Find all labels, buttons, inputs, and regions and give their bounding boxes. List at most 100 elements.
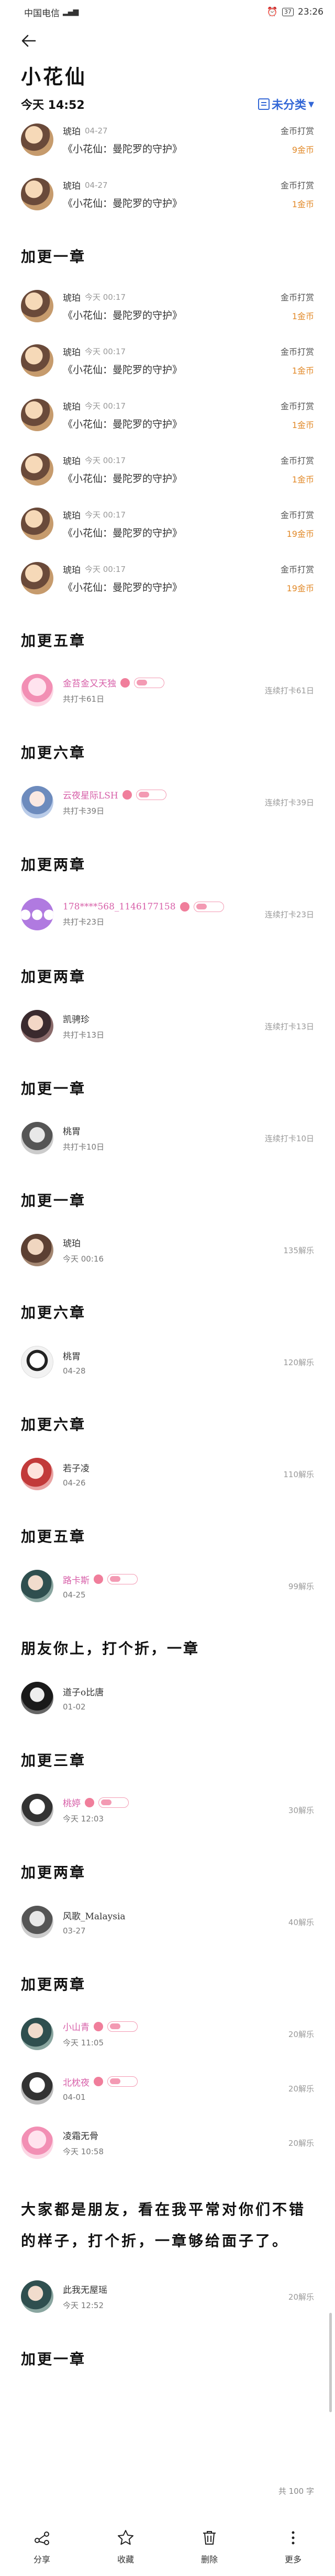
avatar[interactable]: [21, 562, 53, 594]
user-note: 135解乐: [283, 1245, 314, 1255]
user-name[interactable]: 琥珀: [63, 563, 81, 576]
avatar[interactable]: [21, 344, 53, 377]
avatar[interactable]: [21, 290, 53, 322]
nav-trash-button[interactable]: 删除: [181, 2528, 238, 2565]
category-selector[interactable]: 未分类 ▾: [258, 96, 314, 113]
nav-star-button[interactable]: 收藏: [97, 2528, 154, 2565]
user-name[interactable]: 北枕夜: [63, 2075, 90, 2088]
avatar[interactable]: [21, 1906, 53, 1938]
reward-row[interactable]: 琥珀 今天 00:17 《小花仙：曼陀罗的守护》 金币打赏 1金币: [21, 388, 314, 442]
avatar[interactable]: [21, 178, 53, 210]
user-note: 120解乐: [283, 1357, 314, 1367]
nav-share-button[interactable]: 分享: [13, 2528, 71, 2565]
reward-row[interactable]: 琥珀 今天 00:17 《小花仙：曼陀罗的守护》 金币打赏 19金币: [21, 551, 314, 605]
user-sub: 共打卡10日: [63, 1142, 105, 1152]
nav-more-button[interactable]: 更多: [264, 2528, 322, 2565]
avatar[interactable]: [21, 2280, 53, 2313]
back-arrow-icon[interactable]: [19, 31, 39, 51]
user-name[interactable]: 琥珀: [63, 345, 81, 358]
user-row[interactable]: 凌霜无骨 今天 10:58 20解乐: [21, 2116, 314, 2170]
avatar[interactable]: [21, 1682, 53, 1714]
status-bar: 中国电信 ▂▄▆ ⏰ 37 23:26: [0, 0, 335, 24]
chat-bubble-icon: ●●●: [21, 906, 53, 922]
avatar[interactable]: [21, 2072, 53, 2105]
avatar[interactable]: [21, 1794, 53, 1826]
user-name[interactable]: 琥珀: [63, 178, 81, 192]
reward-type: 金币打赏: [280, 181, 314, 190]
user-row[interactable]: 桃婷 今天 12:03 30解乐: [21, 1783, 314, 1837]
user-row[interactable]: 凯骋珍 共打卡13日 连续打卡13日: [21, 999, 314, 1053]
user-name[interactable]: 桃婷: [63, 1796, 81, 1809]
user-row[interactable]: 金苔金又天独 共打卡61日 连续打卡61日: [21, 663, 314, 717]
avatar[interactable]: [21, 453, 53, 486]
vip-badge-icon: [136, 789, 166, 800]
reward-row[interactable]: 琥珀 今天 00:17 《小花仙：曼陀罗的守护》 金币打赏 1金币: [21, 279, 314, 333]
user-name[interactable]: 琥珀: [63, 454, 81, 467]
reward-date: 今天 00:17: [85, 293, 126, 302]
section-title: 加更一章: [21, 248, 86, 265]
avatar[interactable]: [21, 1122, 53, 1154]
user-name[interactable]: 琥珀: [63, 508, 81, 521]
avatar[interactable]: [21, 123, 53, 156]
user-name[interactable]: 若子凌: [63, 1461, 90, 1474]
avatar[interactable]: [21, 1346, 53, 1378]
avatar[interactable]: [21, 508, 53, 540]
reward-row[interactable]: 琥珀 04-27 《小花仙：曼陀罗的守护》 金币打赏 9金币: [21, 113, 314, 167]
user-row[interactable]: ●●● 178****568_1146177158 共打卡23日 连续打卡23日: [21, 887, 314, 941]
avatar[interactable]: [21, 2018, 53, 2050]
user-name[interactable]: 凯骋珍: [63, 1012, 90, 1025]
user-row[interactable]: 北枕夜 04-01 20解乐: [21, 2061, 314, 2116]
avatar[interactable]: ●●●: [21, 898, 53, 930]
reward-row[interactable]: 琥珀 今天 00:17 《小花仙：曼陀罗的守护》 金币打赏 1金币: [21, 442, 314, 497]
user-name[interactable]: 金苔金又天独: [63, 676, 116, 689]
user-name[interactable]: 琥珀: [63, 124, 81, 137]
user-name[interactable]: 小山青: [63, 2020, 90, 2033]
user-name[interactable]: 琥珀: [63, 290, 81, 303]
user-name[interactable]: 178****568_1146177158: [63, 902, 176, 912]
user-name[interactable]: 路卡斯: [63, 1573, 90, 1586]
reward-row[interactable]: 琥珀 今天 00:17 《小花仙：曼陀罗的守护》 金币打赏 1金币: [21, 333, 314, 388]
vip-badge-icon: [107, 2076, 138, 2087]
user-row[interactable]: 路卡斯 04-25 99解乐: [21, 1559, 314, 1613]
avatar[interactable]: [21, 399, 53, 431]
user-name[interactable]: 琥珀: [63, 399, 81, 412]
vip-badge-icon: [107, 2021, 138, 2032]
top-bar: [0, 24, 335, 58]
avatar[interactable]: [21, 1570, 53, 1602]
user-sub: 01-02: [63, 1702, 86, 1712]
scrollbar[interactable]: [329, 2313, 332, 2412]
user-name[interactable]: 桃胃: [63, 1124, 81, 1137]
avatar[interactable]: [21, 2127, 53, 2159]
user-row[interactable]: 风歌_Malaysia 03-27 40解乐: [21, 1895, 314, 1949]
avatar[interactable]: [21, 1010, 53, 1042]
reward-row[interactable]: 琥珀 04-27 《小花仙：曼陀罗的守护》 金币打赏 1金币: [21, 167, 314, 221]
user-name[interactable]: 桃胃: [63, 1349, 81, 1362]
user-sub: 04-26: [63, 1478, 86, 1488]
user-row[interactable]: 小山青 今天 11:05 20解乐: [21, 2007, 314, 2061]
user-name[interactable]: 云夜星际LSH: [63, 788, 118, 801]
book-title: 《小花仙：曼陀罗的守护》: [63, 419, 183, 430]
user-row[interactable]: 云夜星际LSH 共打卡39日 连续打卡39日: [21, 775, 314, 829]
user-name[interactable]: 风歌_Malaysia: [63, 1909, 126, 1922]
user-row[interactable]: 此我无屋瑶 今天 12:52 20解乐: [21, 2269, 314, 2324]
user-row[interactable]: 琥珀 今天 00:16 135解乐: [21, 1223, 314, 1277]
signal-icon: ▂▄▆: [63, 8, 79, 16]
avatar[interactable]: [21, 1458, 53, 1490]
avatar[interactable]: [21, 674, 53, 706]
reward-row[interactable]: 琥珀 今天 00:17 《小花仙：曼陀罗的守护》 金币打赏 19金币: [21, 497, 314, 551]
user-note: 110解乐: [283, 1469, 314, 1479]
avatar[interactable]: [21, 786, 53, 818]
user-name[interactable]: 琥珀: [63, 1236, 81, 1249]
user-name[interactable]: 此我无屋瑶: [63, 2282, 107, 2296]
user-row[interactable]: 桃胃 04-28 120解乐: [21, 1335, 314, 1389]
note-date: 今天 14:52: [21, 99, 85, 112]
user-row[interactable]: 若子凌 04-26 110解乐: [21, 1447, 314, 1501]
more-icon: [284, 2528, 303, 2547]
user-sub: 今天 12:52: [63, 2301, 104, 2310]
battery-icon: 37: [282, 8, 294, 16]
user-row[interactable]: 道子o比唐 01-02: [21, 1671, 314, 1725]
user-name[interactable]: 凌霜无骨: [63, 2129, 98, 2142]
user-row[interactable]: 桃胃 共打卡10日 连续打卡10日: [21, 1111, 314, 1165]
user-name[interactable]: 道子o比唐: [63, 1685, 104, 1698]
avatar[interactable]: [21, 1234, 53, 1266]
